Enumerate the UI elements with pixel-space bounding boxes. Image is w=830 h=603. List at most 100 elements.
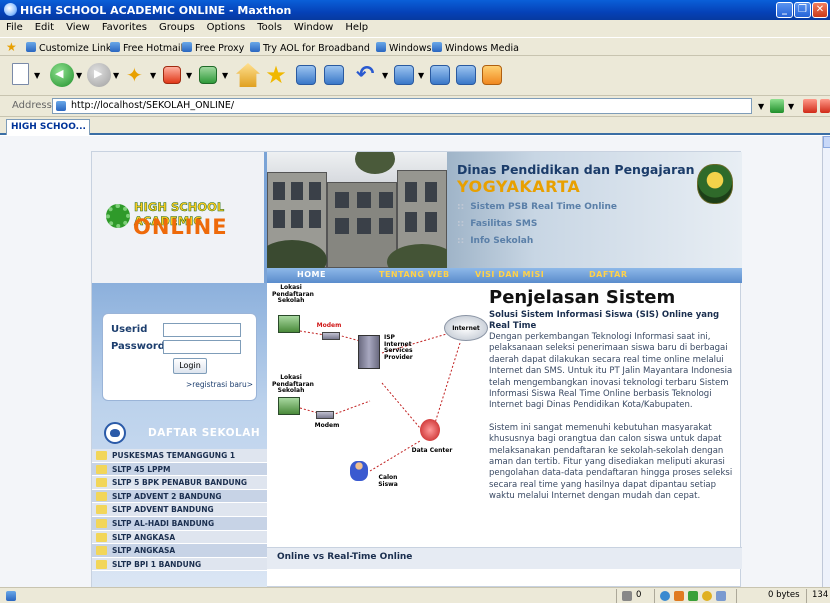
links-bar: ★ Customize Links Free Hotmail Free Prox… bbox=[0, 37, 830, 56]
school-list: PUSKESMAS TEMANGGUNG 1 SLTP 45 LPPM SLTP… bbox=[92, 449, 267, 572]
nav-visi-misi[interactable]: VISI DAN MISI bbox=[475, 270, 544, 279]
school-item[interactable]: SLTP 45 LPPM bbox=[92, 462, 267, 477]
userid-label: Userid bbox=[111, 324, 148, 335]
password-input[interactable] bbox=[163, 340, 241, 354]
main-content: Lokasi Pendaftaran Sekolah Modem ISP Int… bbox=[267, 283, 742, 587]
daftar-sekolah-header: DAFTAR SEKOLAH bbox=[92, 422, 267, 446]
userid-input[interactable] bbox=[163, 323, 241, 337]
undo-dropdown-icon[interactable]: ▼ bbox=[382, 71, 388, 80]
new-page-icon[interactable] bbox=[12, 63, 29, 85]
register-link[interactable]: >registrasi baru> bbox=[186, 380, 253, 389]
banner-item-psb[interactable]: Sistem PSB Real Time Online bbox=[457, 202, 617, 212]
page-icon bbox=[56, 101, 66, 111]
address-dropdown-icon[interactable]: ▼ bbox=[758, 102, 764, 111]
scrollbar-thumb[interactable] bbox=[823, 136, 830, 148]
search-icon[interactable] bbox=[820, 99, 830, 113]
groups-icon[interactable] bbox=[296, 65, 316, 85]
menu-help[interactable]: Help bbox=[339, 20, 374, 33]
diagram-calon-siswa: Calon Siswa bbox=[378, 474, 398, 488]
school-item[interactable]: SLTP ANGKASA bbox=[92, 544, 267, 558]
export-icon[interactable] bbox=[456, 65, 476, 85]
go-icon[interactable] bbox=[770, 99, 784, 113]
rss-icon[interactable] bbox=[482, 65, 502, 85]
link-free-hotmail[interactable]: Free Hotmail bbox=[110, 42, 183, 54]
vertical-scrollbar[interactable] bbox=[822, 136, 830, 587]
link-free-proxy[interactable]: Free Proxy bbox=[182, 42, 244, 54]
new-page-dropdown-icon[interactable]: ▼ bbox=[34, 71, 40, 80]
stop-icon[interactable] bbox=[163, 66, 181, 84]
computer-icon bbox=[278, 397, 300, 415]
sidebar-icon[interactable] bbox=[430, 65, 450, 85]
globe-icon[interactable] bbox=[660, 591, 670, 601]
download-icon[interactable] bbox=[622, 591, 632, 601]
status-extra: 134 bbox=[812, 590, 829, 600]
nav-tentang-web[interactable]: TENTANG WEB bbox=[379, 270, 450, 279]
flash-dropdown-icon[interactable]: ▼ bbox=[150, 71, 156, 80]
tab-high-school[interactable]: HIGH SCHOO... bbox=[6, 119, 90, 135]
undo-close-icon[interactable]: ↶ bbox=[356, 63, 380, 87]
sun-icon[interactable] bbox=[702, 591, 712, 601]
back-icon[interactable] bbox=[50, 63, 74, 87]
split-view-icon[interactable] bbox=[324, 65, 344, 85]
stop-dropdown-icon[interactable]: ▼ bbox=[186, 71, 192, 80]
flash-icon[interactable]: ✦ bbox=[126, 63, 150, 87]
tile-icon[interactable] bbox=[394, 65, 414, 85]
banner-item-info[interactable]: Info Sekolah bbox=[457, 236, 533, 246]
refresh-icon[interactable] bbox=[199, 66, 217, 84]
link-windows[interactable]: Windows bbox=[376, 42, 431, 54]
back-dropdown-icon[interactable]: ▼ bbox=[76, 71, 82, 80]
tile-dropdown-icon[interactable]: ▼ bbox=[418, 71, 424, 80]
nav-daftar[interactable]: DAFTAR bbox=[589, 270, 627, 279]
forward-dropdown-icon[interactable]: ▼ bbox=[113, 71, 119, 80]
school-item[interactable]: SLTP ADVENT BANDUNG bbox=[92, 503, 267, 517]
window-icon[interactable] bbox=[716, 591, 726, 601]
minimize-button[interactable]: _ bbox=[776, 2, 793, 18]
logo-line2: ONLINE bbox=[133, 215, 228, 239]
proxy-icon[interactable] bbox=[688, 591, 698, 601]
online-vs-realtime-link[interactable]: Online vs Real-Time Online bbox=[277, 552, 412, 562]
menu-tools[interactable]: Tools bbox=[251, 20, 288, 33]
diagram-modem-1: Modem bbox=[316, 322, 342, 329]
home-icon[interactable] bbox=[236, 63, 260, 87]
school-item[interactable]: SLTP BPI 1 BANDUNG bbox=[92, 557, 267, 572]
close-button[interactable]: ✕ bbox=[812, 2, 828, 18]
menu-groups[interactable]: Groups bbox=[153, 20, 201, 33]
diagram-isp: ISP Internet Services Provider bbox=[384, 334, 413, 361]
menu-edit[interactable]: Edit bbox=[29, 20, 60, 33]
favorites-icon[interactable]: ★ bbox=[264, 63, 288, 87]
daftar-sekolah-title: DAFTAR SEKOLAH bbox=[148, 427, 261, 439]
school-item[interactable]: PUSKESMAS TEMANGGUNG 1 bbox=[92, 449, 267, 463]
maximize-button[interactable]: ❐ bbox=[794, 2, 811, 18]
title-bar: HIGH SCHOOL ACADEMIC ONLINE - Maxthon _ … bbox=[0, 0, 830, 20]
school-item[interactable]: SLTP AL-HADI BANDUNG bbox=[92, 516, 267, 531]
menu-window[interactable]: Window bbox=[288, 20, 339, 33]
address-url: http://localhost/SEKOLAH_ONLINE/ bbox=[71, 100, 235, 111]
banner-item-sms[interactable]: Fasilitas SMS bbox=[457, 219, 537, 229]
rss-status-icon[interactable] bbox=[674, 591, 684, 601]
menu-file[interactable]: File bbox=[0, 20, 29, 33]
login-button[interactable]: Login bbox=[173, 358, 207, 374]
page-status-icon bbox=[6, 591, 16, 601]
diagram-internet: Internet bbox=[452, 325, 480, 332]
address-input[interactable]: http://localhost/SEKOLAH_ONLINE/ bbox=[52, 98, 752, 114]
forward-icon[interactable] bbox=[87, 63, 111, 87]
school-item[interactable]: SLTP ADVENT 2 BANDUNG bbox=[92, 489, 267, 504]
nav-home[interactable]: HOME bbox=[297, 270, 326, 279]
link-windows-media[interactable]: Windows Media bbox=[432, 42, 519, 54]
diagram-lokasi-1: Lokasi Pendaftaran Sekolah bbox=[272, 284, 314, 304]
menu-view[interactable]: View bbox=[60, 20, 96, 33]
refresh-dropdown-icon[interactable]: ▼ bbox=[222, 71, 228, 80]
address-label: Address bbox=[12, 100, 52, 111]
link-customize-links[interactable]: Customize Links bbox=[26, 42, 116, 54]
school-item[interactable]: SLTP ANGKASA bbox=[92, 530, 267, 545]
go-dropdown-icon[interactable]: ▼ bbox=[788, 102, 794, 111]
menu-favorites[interactable]: Favorites bbox=[96, 20, 153, 33]
menu-options[interactable]: Options bbox=[201, 20, 252, 33]
link-try-aol[interactable]: Try AOL for Broadband bbox=[250, 42, 370, 54]
gear-logo-icon bbox=[106, 204, 130, 228]
site-logo[interactable]: HIGH SCHOOL ACADEMIC ONLINE bbox=[92, 152, 267, 283]
search-engine-icon[interactable] bbox=[803, 99, 817, 113]
article-footer: Online vs Real-Time Online bbox=[267, 547, 742, 569]
school-item[interactable]: SLTP 5 BPK PENABUR BANDUNG bbox=[92, 476, 267, 490]
favorites-star-icon[interactable]: ★ bbox=[6, 40, 17, 54]
